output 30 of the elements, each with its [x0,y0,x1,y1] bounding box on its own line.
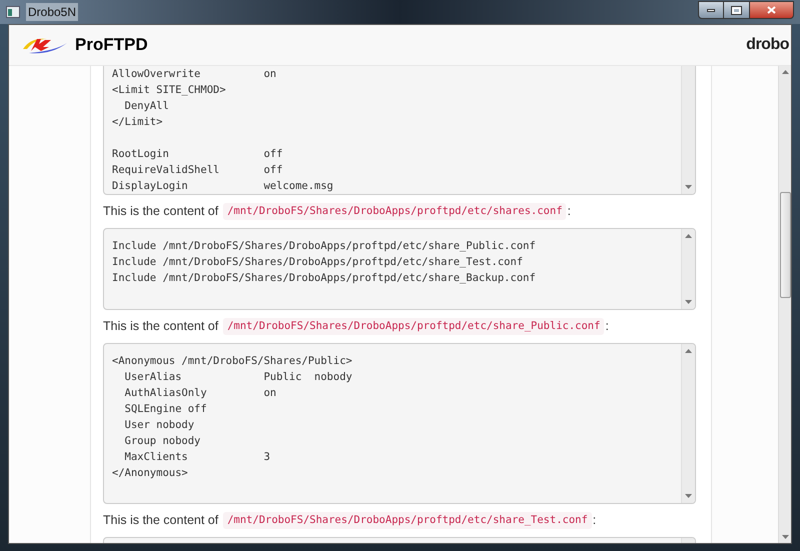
code-line: SQLEngine off [124,402,207,417]
code-line: </Limit> [112,115,163,130]
description-text: This is the content of [103,203,218,220]
colon-text: : [605,318,609,336]
code-line: </Anonymous> [112,466,188,481]
colon-text: : [567,203,571,220]
colon-text: : [592,512,596,530]
app-name: ProFTPD [75,34,148,56]
description-text: This is the content of [103,318,218,336]
code-line: AuthAliasOnly on [124,386,276,401]
code-line: RootLogin off [112,147,283,162]
code-line: DenyAll [124,99,169,114]
code-line: UserAlias Public nobody [124,370,352,385]
code-line: AllowOverwrite on [112,67,276,82]
code-line: MaxClients 3 [124,450,270,465]
file-path: /mnt/DroboFS/Shares/DroboApps/proftpd/etc/shares.conf [223,202,566,220]
code-line: Include /mnt/DroboFS/Shares/DroboApps/proftpd/etc/share_Backup.conf [112,271,536,286]
description-text: This is the content of [103,512,218,530]
window-title: Drobo5N [26,3,78,21]
code-line: <Anonymous /mnt/DroboFS/Shares/Public> [112,354,352,369]
brand-logo: drobo [746,35,789,55]
code-line: User nobody [124,418,194,433]
file-path: /mnt/DroboFS/Shares/DroboApps/proftpd/etc/share_Test.conf [223,512,592,530]
code-line: <Limit SITE_CHMOD> [112,83,226,98]
code-line: RequireValidShell off [112,163,283,178]
code-line: Include /mnt/DroboFS/Shares/DroboApps/proftpd/etc/share_Test.conf [112,255,523,270]
code-line: Include /mnt/DroboFS/Shares/DroboApps/proftpd/etc/share_Public.conf [112,239,536,254]
code-line: DisplayLogin welcome.msg [112,179,334,194]
file-path: /mnt/DroboFS/Shares/DroboApps/proftpd/etc/share_Public.conf [223,318,604,336]
code-line: Group nobody [124,434,201,449]
